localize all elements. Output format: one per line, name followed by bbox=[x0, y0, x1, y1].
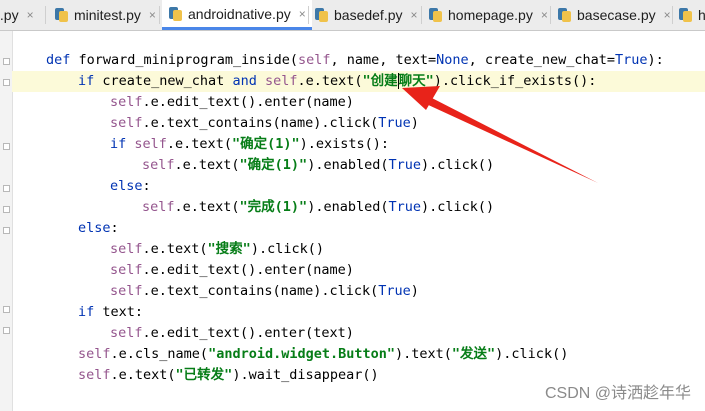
arrow-shaft bbox=[424, 96, 598, 183]
annotation-arrow-icon bbox=[402, 86, 598, 183]
watermark: CSDN @诗洒趁年华 bbox=[544, 385, 691, 402]
